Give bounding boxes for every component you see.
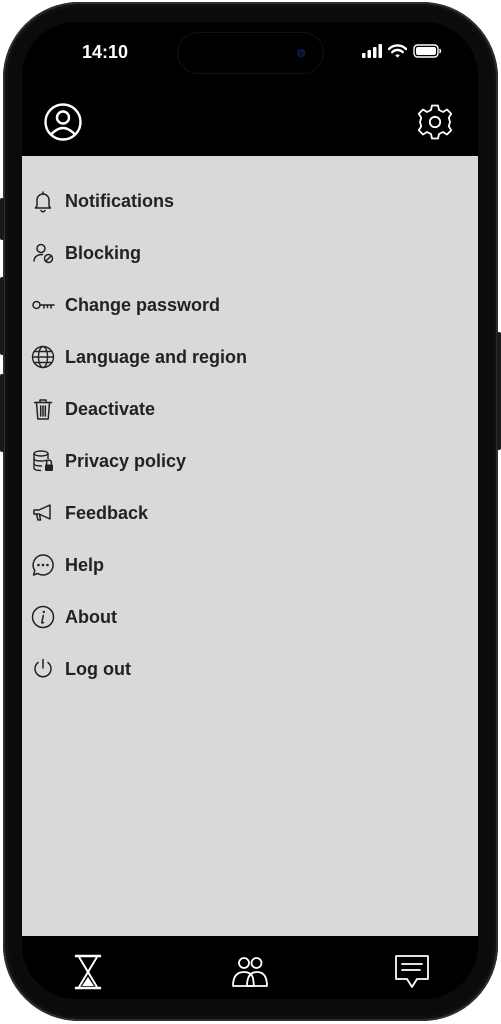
menu-item-label: Feedback [65,502,149,523]
battery-icon [413,44,442,58]
menu-item-label: About [65,606,117,627]
people-icon [232,957,268,987]
profile-icon [44,103,82,141]
screen: 14:10 Notifications Blocking Change pass… [22,22,478,999]
menu-item-label: Help [65,554,105,575]
menu-item-label: Privacy policy [65,450,187,471]
volume-up-button [0,277,4,355]
tab-timer[interactable] [68,952,108,992]
power-button [497,332,501,450]
header-bar [22,88,478,156]
menu-item-label: Blocking [65,242,142,263]
dynamic-island [178,33,323,73]
menu-item-help[interactable]: Help [30,539,104,591]
menu-item-label: Change password [65,294,221,315]
info-icon [30,604,56,630]
globe-icon [30,344,56,370]
wifi-icon [388,44,407,58]
menu-item-feedback[interactable]: Feedback [30,487,148,539]
menu-item-about[interactable]: About [30,591,117,643]
settings-button[interactable] [415,102,455,142]
menu-item-label: Deactivate [65,398,156,419]
tab-messages[interactable] [392,952,432,992]
volume-down-button [0,374,4,452]
key-icon [30,292,56,318]
hourglass-icon [74,954,102,990]
action-button [0,198,4,240]
menu-item-deactivate[interactable]: Deactivate [30,383,155,435]
user-blocked-icon [30,240,56,266]
menu-item-notifications[interactable]: Notifications [30,175,174,227]
tab-bar [22,936,478,999]
chat-bubble-icon [30,552,56,578]
profile-button[interactable] [43,102,83,142]
status-time: 14:10 [82,42,129,62]
tab-friends[interactable] [230,952,270,992]
camera-icon [297,49,305,57]
menu-item-language[interactable]: Language and region [30,331,247,383]
gear-icon [417,104,453,140]
settings-menu: Notifications Blocking Change password L… [22,156,478,936]
menu-item-change-password[interactable]: Change password [30,279,220,331]
status-icons [362,44,442,58]
menu-item-label: Notifications [65,190,175,211]
message-icon [395,955,429,988]
megaphone-icon [30,500,56,526]
cellular-signal-icon [362,44,382,58]
menu-item-logout[interactable]: Log out [30,643,131,695]
menu-item-label: Log out [65,658,131,679]
power-icon [30,656,56,682]
trash-icon [30,396,56,422]
bell-icon [30,188,56,214]
menu-item-blocking[interactable]: Blocking [30,227,141,279]
menu-item-privacy-policy[interactable]: Privacy policy [30,435,186,487]
database-lock-icon [30,448,56,474]
menu-item-label: Language and region [65,346,248,367]
